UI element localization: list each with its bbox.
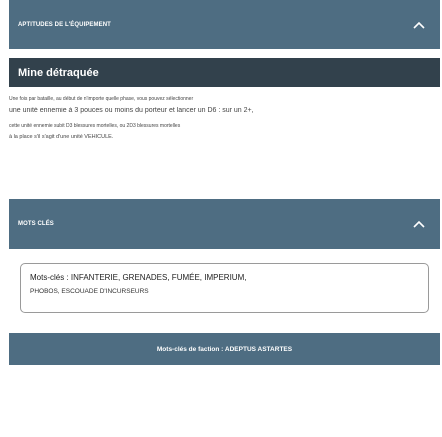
chevron-up-icon[interactable] xyxy=(413,21,425,29)
keywords-label: MOTS CLÉS xyxy=(18,221,54,227)
ability-name: Mine détraquée xyxy=(18,66,99,79)
ability-description-line: à la place s'il s'agit d'une unité VÉHIC… xyxy=(9,134,114,140)
keywords-line: Mots-clés : INFANTERIE, GRENADES, FUMÉE,… xyxy=(30,273,247,282)
ability-description-line: Une fois par bataille, au début de n'imp… xyxy=(9,96,194,102)
chevron-up-icon[interactable] xyxy=(413,220,425,228)
ability-description-line: une unité ennemie à 3 pouces ou moins du… xyxy=(9,107,254,114)
keywords-header[interactable]: MOTS CLÉS xyxy=(9,199,440,249)
keywords-box: Mots-clés : INFANTERIE, GRENADES, FUMÉE,… xyxy=(20,263,429,313)
equipment-abilities-label: APTITUDES DE L'ÉQUIPEMENT xyxy=(18,21,111,28)
keywords-line: PHOBOS, ESCOUADE D'INCURSEURS xyxy=(30,288,149,295)
faction-keywords-label: Mots-clés de faction : ADEPTUS ASTARTES xyxy=(156,345,293,353)
ability-description-line: cette unité ennemie subit D3 blessures m… xyxy=(9,123,181,129)
ability-title: Mine détraquée xyxy=(9,58,440,87)
faction-keywords-bar: Mots-clés de faction : ADEPTUS ASTARTES xyxy=(9,333,440,365)
equipment-abilities-header[interactable]: APTITUDES DE L'ÉQUIPEMENT xyxy=(9,0,440,49)
